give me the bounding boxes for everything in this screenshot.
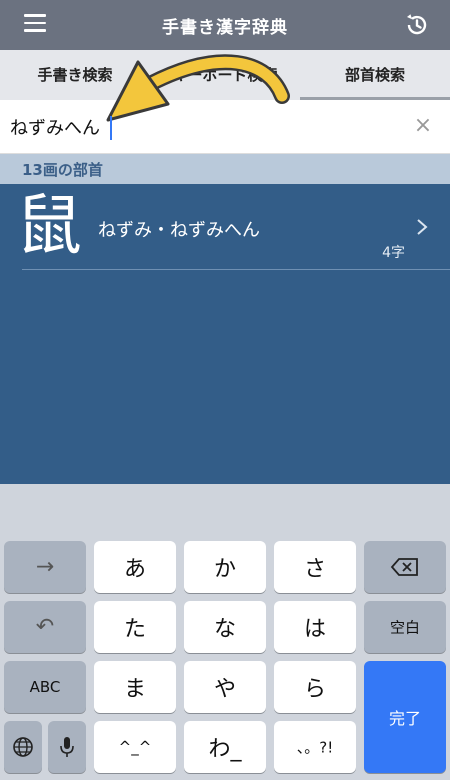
key-ta[interactable]: た [94,601,176,653]
mic-key[interactable] [48,721,86,773]
section-header: 13画の部首 [0,154,450,184]
done-key[interactable]: 完了 [364,661,446,773]
tab-bar: 手書き検索 キーボード検索 部首検索 [0,50,450,100]
tab-radical[interactable]: 部首検索 [300,50,450,100]
radical-name: ねずみ・ねずみへん [98,220,260,241]
key-ra[interactable]: ら [274,661,356,713]
key-ha[interactable]: は [274,601,356,653]
app-header: 手書き漢字辞典 [0,0,450,50]
undo-key[interactable]: ↶ [4,601,86,653]
char-count: 4字 [382,245,405,261]
arrow-key[interactable]: → [4,541,86,593]
backspace-key[interactable] [364,541,446,593]
divider [22,269,450,270]
key-na[interactable]: な [184,601,266,653]
key-ka[interactable]: か [184,541,266,593]
key-ma[interactable]: ま [94,661,176,713]
results-list: 鼠 ねずみ・ねずみへん 4字 [0,184,450,484]
radical-kanji: 鼠 [16,187,82,264]
search-input[interactable] [10,110,400,144]
text-cursor [110,116,112,140]
globe-icon [13,737,33,757]
punctuation-key[interactable]: 、。?! [274,721,356,773]
list-item[interactable]: 鼠 ねずみ・ねずみへん 4字 [0,184,450,270]
space-key[interactable]: 空白 [364,601,446,653]
keyboard: → あ か さ ↶ た な は 空白 ABC ま や ら 完了 ^_^ わ_ 、… [0,484,450,780]
clear-icon[interactable]: × [412,115,434,137]
tab-handwriting[interactable]: 手書き検索 [0,50,150,100]
key-wa[interactable]: わ_ [184,721,266,773]
tab-keyboard[interactable]: キーボード検索 [150,50,300,100]
emoticon-key[interactable]: ^_^ [94,721,176,773]
key-sa[interactable]: さ [274,541,356,593]
key-a[interactable]: あ [94,541,176,593]
globe-key[interactable] [4,721,42,773]
search-bar: × [0,100,450,154]
key-ya[interactable]: や [184,661,266,713]
history-icon[interactable] [404,12,430,38]
section-title: 13画の部首 [22,161,103,179]
abc-key[interactable]: ABC [4,661,86,713]
microphone-icon [60,737,74,757]
backspace-icon [390,558,418,576]
chevron-right-icon [417,219,428,235]
app-title: 手書き漢字辞典 [162,18,288,38]
